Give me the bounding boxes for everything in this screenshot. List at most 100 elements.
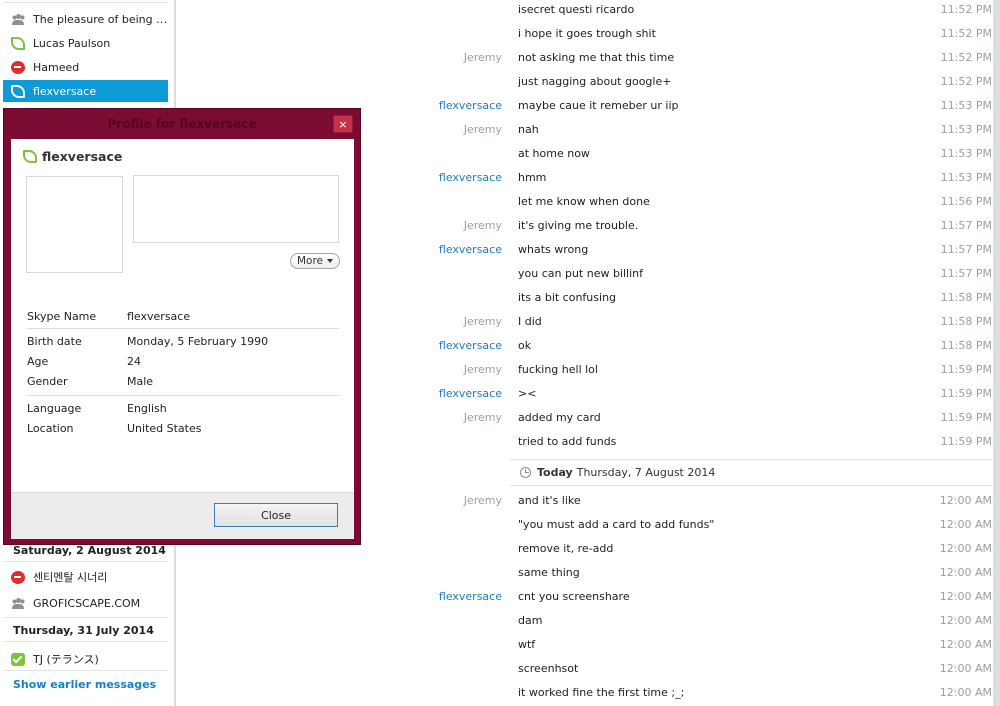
message-text: its a bit confusing xyxy=(518,291,617,304)
sidebar-item-groficscape[interactable]: GROFICSCAPE.COM xyxy=(3,592,168,614)
message-timestamp: 12:00 AM xyxy=(939,662,992,675)
field-value: English xyxy=(127,402,167,415)
chat-message[interactable]: it worked fine the first time ;_; 12:00 A… xyxy=(176,682,992,706)
message-sender[interactable]: flexversace xyxy=(439,387,502,400)
message-text: ok xyxy=(518,339,532,352)
message-timestamp: 12:00 AM xyxy=(939,518,992,531)
message-timestamp: 12:00 AM xyxy=(939,686,992,699)
field-location: Location United States xyxy=(27,422,339,438)
profile-picture xyxy=(26,176,123,273)
message-sender[interactable]: flexversace xyxy=(439,590,502,603)
chevron-down-icon xyxy=(327,259,334,263)
message-timestamp: 11:53 PM xyxy=(940,123,992,136)
message-text: you can put new billinf xyxy=(518,267,644,280)
message-timestamp: 11:57 PM xyxy=(940,219,992,232)
chat-message[interactable]: wtf 12:00 AM xyxy=(176,634,992,658)
message-text: i hope it goes trough shit xyxy=(518,27,656,40)
sidebar-item-korean-contact[interactable]: 센티멘탈 시너리 xyxy=(3,566,168,588)
message-timestamp: 12:00 AM xyxy=(939,638,992,651)
clock-icon xyxy=(520,467,531,478)
dialog-body: flexversace More Skype Name flexversace … xyxy=(11,139,354,539)
message-timestamp: 11:59 PM xyxy=(940,435,992,448)
message-timestamp: 11:53 PM xyxy=(940,171,992,184)
chat-message[interactable]: isecret questi ricardo 11:52 PM xyxy=(176,0,992,23)
chat-message[interactable]: just nagging about google+ 11:52 PM xyxy=(176,71,992,95)
close-button[interactable]: Close xyxy=(214,503,338,527)
message-timestamp: 12:00 AM xyxy=(939,614,992,627)
message-text: just nagging about google+ xyxy=(518,75,672,88)
sidebar-item-lucas-paulson[interactable]: Lucas Paulson xyxy=(3,32,168,54)
message-timestamp: 11:58 PM xyxy=(940,291,992,304)
chat-message[interactable]: i hope it goes trough shit 11:52 PM xyxy=(176,23,992,47)
sidebar-item-tj[interactable]: TJ (テランス) xyxy=(3,648,168,670)
separator xyxy=(27,395,339,396)
separator xyxy=(3,617,168,618)
message-timestamp: 11:53 PM xyxy=(940,147,992,160)
mood-message-box xyxy=(133,175,339,243)
message-timestamp: 11:52 PM xyxy=(940,27,992,40)
message-text: at home now xyxy=(518,147,590,160)
separator xyxy=(27,328,339,329)
sidebar-item-flexversace[interactable]: flexversace xyxy=(3,80,168,102)
message-text: same thing xyxy=(518,566,580,579)
more-button[interactable]: More xyxy=(290,253,340,269)
message-sender[interactable]: flexversace xyxy=(439,171,502,184)
field-label: Age xyxy=(27,355,49,368)
message-sender[interactable]: flexversace xyxy=(439,339,502,352)
online-status-icon xyxy=(11,84,25,98)
message-text: it worked fine the first time ;_; xyxy=(518,686,685,699)
chat-message[interactable]: flexversace cnt you screenshare 12:00 AM xyxy=(176,586,992,610)
dialog-close-icon[interactable]: × xyxy=(333,115,353,133)
contact-name: flexversace xyxy=(33,84,97,98)
field-language: Language English xyxy=(27,402,339,418)
field-gender: Gender Male xyxy=(27,375,339,391)
chat-scrollbar-thumb[interactable] xyxy=(993,0,1000,706)
message-sender[interactable]: flexversace xyxy=(439,243,502,256)
message-timestamp: 12:00 AM xyxy=(939,494,992,507)
message-text: I did xyxy=(518,315,542,328)
day-divider-line xyxy=(510,485,992,486)
message-text: tried to add funds xyxy=(518,435,617,448)
chat-message[interactable]: same thing 12:00 AM xyxy=(176,562,992,586)
message-sender[interactable]: Jeremy xyxy=(464,363,502,376)
message-text: fucking hell lol xyxy=(518,363,598,376)
field-label: Language xyxy=(27,402,82,415)
message-sender[interactable]: Jeremy xyxy=(464,123,502,136)
separator xyxy=(3,670,168,671)
sidebar-item-hameed[interactable]: Hameed xyxy=(3,56,168,78)
field-age: Age 24 xyxy=(27,355,339,371)
chat-scrollbar[interactable] xyxy=(993,0,1000,706)
chat-message[interactable]: dam 12:00 AM xyxy=(176,610,992,634)
message-text: nah xyxy=(518,123,539,136)
separator xyxy=(3,641,168,642)
online-status-icon xyxy=(23,150,37,163)
message-sender[interactable]: Jeremy xyxy=(464,315,502,328)
message-text: let me know when done xyxy=(518,195,650,208)
message-timestamp: 11:59 PM xyxy=(940,387,992,400)
message-sender[interactable]: Jeremy xyxy=(464,411,502,424)
message-sender[interactable]: Jeremy xyxy=(464,51,502,64)
day-divider-line xyxy=(510,459,992,460)
contact-name: TJ (テランス) xyxy=(33,653,99,666)
dialog-title: Profile for flexversace xyxy=(107,117,257,131)
chat-message[interactable]: Jeremy not asking me that this time 11:52 … xyxy=(176,47,992,71)
message-sender[interactable]: Jeremy xyxy=(464,219,502,232)
message-timestamp: 11:58 PM xyxy=(940,339,992,352)
message-sender[interactable]: flexversace xyxy=(439,99,502,112)
day-divider: Today Thursday, 7 August 2014 xyxy=(520,466,715,479)
profile-header: flexversace xyxy=(23,149,122,164)
message-sender[interactable]: Jeremy xyxy=(464,494,502,507)
show-earlier-messages-link[interactable]: Show earlier messages xyxy=(13,678,156,691)
separator xyxy=(3,561,168,562)
sidebar-item-group-chat[interactable]: The pleasure of being cu... xyxy=(3,8,168,30)
message-text: >< xyxy=(518,387,537,400)
day-divider-date: Thursday, 7 August 2014 xyxy=(576,466,716,479)
field-value: Monday, 5 February 1990 xyxy=(127,335,269,348)
message-text: "you must add a card to add funds" xyxy=(518,518,715,531)
contact-name: Hameed xyxy=(33,60,80,74)
message-text: and it's like xyxy=(518,494,581,507)
chat-message[interactable]: screenhsot 12:00 AM xyxy=(176,658,992,682)
profile-dialog: Profile for flexversace × flexversace Mo… xyxy=(3,108,361,545)
field-value: United States xyxy=(127,422,202,435)
message-text: hmm xyxy=(518,171,547,184)
